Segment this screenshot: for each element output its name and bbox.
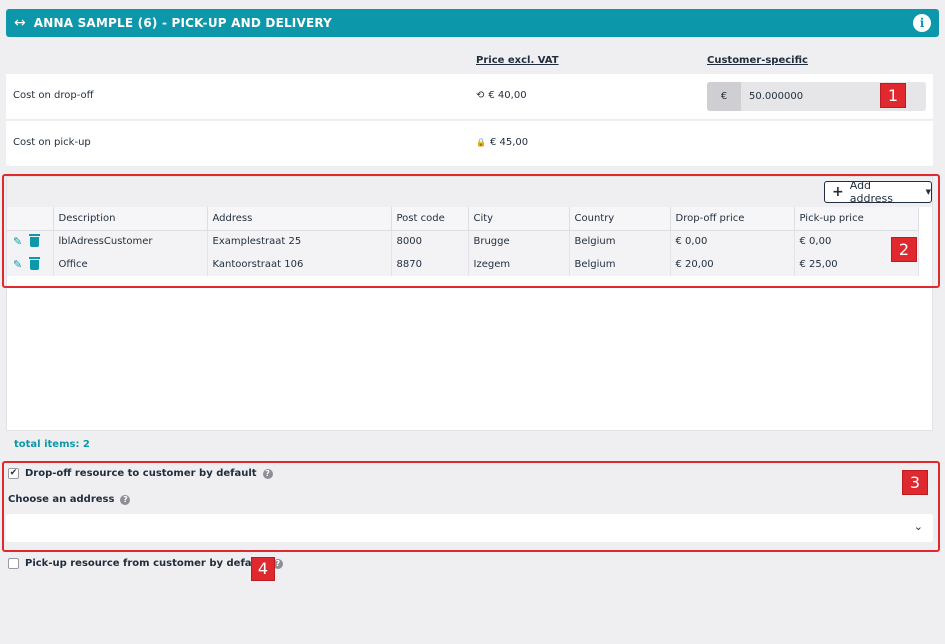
callout-4: 4 <box>251 557 275 581</box>
cost-pickup-price-value: € 45,00 <box>489 137 529 148</box>
annotation-box-2 <box>2 174 940 288</box>
total-items: total items: 2 <box>14 439 90 450</box>
cost-pickup-price: 🔒 € 45,00 <box>476 137 528 148</box>
swap-arrows-icon[interactable]: ↔ <box>14 15 26 31</box>
callout-1: 1 <box>880 83 906 108</box>
callout-2: 2 <box>891 237 917 262</box>
info-icon[interactable]: i <box>913 14 931 32</box>
annotation-box-3 <box>2 461 940 552</box>
customer-specific-dropoff-input[interactable]: 50.000000 <box>741 91 803 102</box>
callout-3: 3 <box>902 470 928 495</box>
pickup-default-option: Pick-up resource from customer by defaul… <box>8 558 283 569</box>
cost-pickup-label: Cost on pick-up <box>13 137 91 148</box>
customer-specific-header: Customer-specific <box>707 55 808 66</box>
pickup-default-checkbox[interactable] <box>8 558 19 569</box>
reset-icon[interactable]: ⟲ <box>476 90 484 101</box>
price-excl-vat-header: Price excl. VAT <box>476 55 559 66</box>
cost-dropoff-price: ⟲ € 40,00 <box>476 90 527 101</box>
pickup-default-label: Pick-up resource from customer by defaul… <box>25 558 267 569</box>
page-header: ↔ ANNA SAMPLE (6) - PICK-UP AND DELIVERY… <box>6 9 939 37</box>
cost-dropoff-price-value: € 40,00 <box>488 90 527 101</box>
currency-addon: € <box>707 82 741 111</box>
cost-dropoff-label: Cost on drop-off <box>13 90 94 101</box>
lock-icon: 🔒 <box>476 138 486 147</box>
cost-dropoff-row: Cost on drop-off ⟲ € 40,00 € 50.000000 <box>6 74 933 120</box>
page-title: ANNA SAMPLE (6) - PICK-UP AND DELIVERY <box>33 16 333 30</box>
cost-pickup-row: Cost on pick-up 🔒 € 45,00 <box>6 121 933 167</box>
